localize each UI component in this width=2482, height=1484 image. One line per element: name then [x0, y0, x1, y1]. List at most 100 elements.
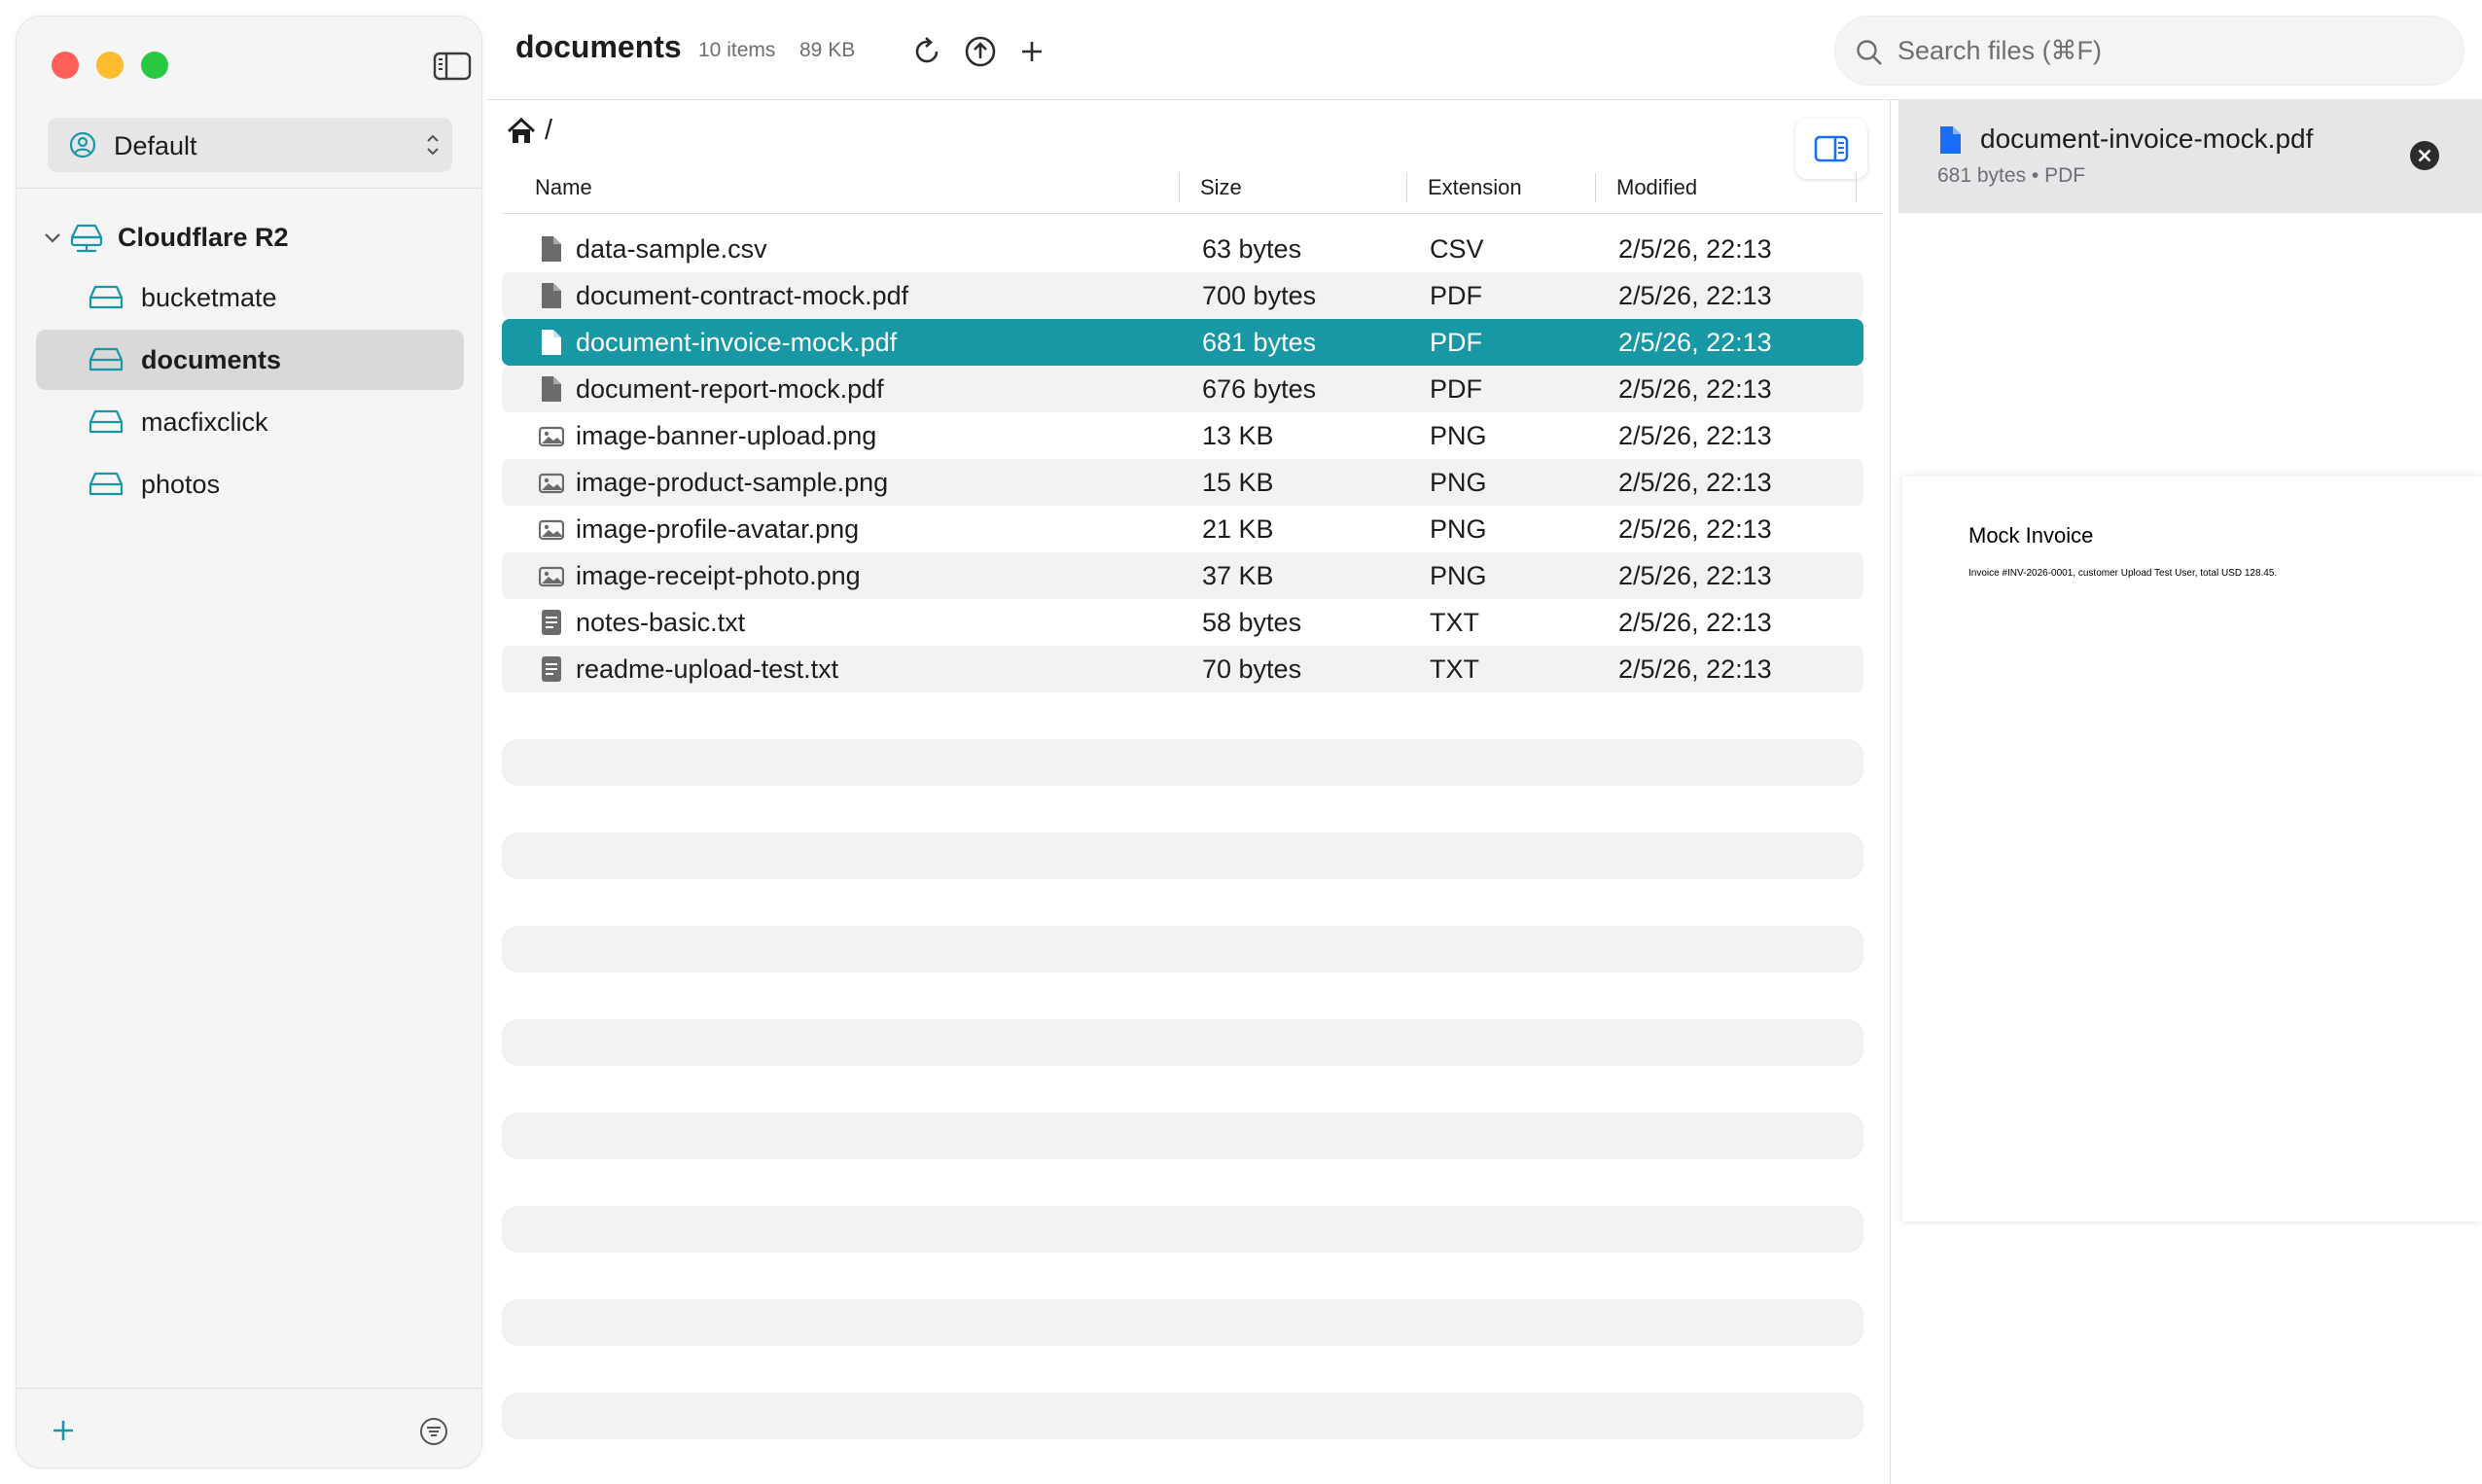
- image-icon: [538, 422, 565, 449]
- file-size-cell: 700 bytes: [1202, 281, 1317, 310]
- table-row[interactable]: image-profile-avatar.png 21 KB PNG 2/5/26, …: [502, 506, 1863, 552]
- table-row[interactable]: document-contract-mock.pdf 700 bytes PDF 2/…: [502, 272, 1863, 319]
- sidebar-item-bucketmate[interactable]: bucketmate: [36, 267, 464, 328]
- pdf-file-icon: [1937, 125, 1963, 155]
- add-connection-button[interactable]: [48, 1415, 79, 1446]
- sidebar-item-label: documents: [141, 344, 282, 374]
- refresh-icon[interactable]: [908, 33, 945, 70]
- file-extension-cell: TXT: [1430, 654, 1479, 684]
- file-size-cell: 681 bytes: [1202, 328, 1317, 357]
- file-size-cell: 58 bytes: [1202, 608, 1302, 637]
- image-icon: [538, 562, 565, 589]
- file-name-cell: document-invoice-mock.pdf: [576, 328, 898, 357]
- search-field[interactable]: Search files (⌘F): [1834, 16, 2464, 86]
- total-size: 89 KB: [799, 39, 856, 61]
- empty-row: [502, 926, 1863, 972]
- page-title: documents: [515, 29, 682, 64]
- sidebar-item-macfixclick[interactable]: macfixclick: [36, 392, 464, 452]
- breadcrumb-root[interactable]: /: [545, 115, 552, 147]
- provider-label: Cloudflare R2: [118, 222, 289, 252]
- file-modified-cell: 2/5/26, 22:13: [1618, 328, 1772, 357]
- chevron-up-down-icon: [421, 118, 444, 172]
- column-header-extension[interactable]: Extension: [1428, 175, 1522, 200]
- column-header-name[interactable]: Name: [535, 175, 592, 200]
- column-separator[interactable]: [1179, 173, 1180, 202]
- file-name-cell: image-banner-upload.png: [576, 421, 877, 450]
- file-extension-cell: TXT: [1430, 608, 1479, 637]
- sidebar-item-documents[interactable]: documents: [36, 330, 464, 390]
- file-name-cell: image-receipt-photo.png: [576, 561, 861, 590]
- drive-icon: [89, 409, 124, 435]
- table-row[interactable]: notes-basic.txt 58 bytes TXT 2/5/26, 22:13: [502, 599, 1863, 646]
- column-separator[interactable]: [1595, 173, 1596, 202]
- file-size-cell: 63 bytes: [1202, 234, 1302, 264]
- search-placeholder: Search files (⌘F): [1897, 36, 2103, 65]
- image-icon: [538, 515, 565, 543]
- column-separator[interactable]: [1406, 173, 1407, 202]
- file-name-cell: image-product-sample.png: [576, 468, 889, 497]
- home-icon[interactable]: [506, 117, 537, 146]
- profile-select-label: Default: [114, 131, 197, 160]
- pdf-preview-page[interactable]: Mock Invoice Invoice #INV-2026-0001, cus…: [1902, 477, 2482, 1221]
- file-size-cell: 13 KB: [1202, 421, 1274, 450]
- zoom-window-button[interactable]: [141, 52, 168, 79]
- file-extension-cell: PDF: [1430, 374, 1482, 404]
- column-header-modified[interactable]: Modified: [1616, 175, 1697, 200]
- file-modified-cell: 2/5/26, 22:13: [1618, 514, 1772, 544]
- search-icon: [1855, 38, 1884, 67]
- column-separator[interactable]: [1856, 173, 1857, 202]
- table-row[interactable]: document-report-mock.pdf 676 bytes PDF 2/5/…: [502, 366, 1863, 412]
- cloud-server-icon: [69, 222, 104, 253]
- header-divider: [502, 213, 1883, 214]
- file-size-cell: 676 bytes: [1202, 374, 1317, 404]
- empty-row: [502, 739, 1863, 786]
- file-modified-cell: 2/5/26, 22:13: [1618, 421, 1772, 450]
- add-icon[interactable]: [1013, 33, 1050, 70]
- minimize-window-button[interactable]: [96, 52, 124, 79]
- empty-row: [502, 1393, 1863, 1439]
- file-name-cell: readme-upload-test.txt: [576, 654, 839, 684]
- file-modified-cell: 2/5/26, 22:13: [1618, 281, 1772, 310]
- file-modified-cell: 2/5/26, 22:13: [1618, 654, 1772, 684]
- empty-row: [502, 1299, 1863, 1346]
- column-header-size[interactable]: Size: [1200, 175, 1242, 200]
- filter-icon[interactable]: [417, 1415, 450, 1448]
- table-row[interactable]: image-product-sample.png 15 KB PNG 2/5/26, …: [502, 459, 1863, 506]
- sidebar-item-label: bucketmate: [141, 282, 277, 312]
- drive-icon: [89, 472, 124, 497]
- close-preview-icon[interactable]: [2408, 139, 2441, 172]
- file-size-cell: 21 KB: [1202, 514, 1274, 544]
- sidebar-divider: [17, 188, 481, 189]
- profile-select[interactable]: Default: [48, 118, 452, 172]
- chevron-down-icon[interactable]: [42, 227, 63, 248]
- table-row[interactable]: document-invoice-mock.pdf 681 bytes PDF 2/5…: [502, 319, 1863, 366]
- preview-panel-toggle-button[interactable]: [1795, 119, 1867, 179]
- file-name-cell: notes-basic.txt: [576, 608, 746, 637]
- close-window-button[interactable]: [52, 52, 79, 79]
- text-file-icon: [539, 609, 564, 636]
- file-name-cell: document-report-mock.pdf: [576, 374, 884, 404]
- preview-pane-divider[interactable]: [1890, 100, 1891, 1484]
- item-count: 10 items: [698, 39, 776, 61]
- file-icon: [539, 329, 564, 356]
- image-icon: [538, 469, 565, 496]
- empty-row: [502, 832, 1863, 879]
- table-row[interactable]: readme-upload-test.txt 70 bytes TXT 2/5/26,…: [502, 646, 1863, 692]
- provider-group-cloudflare[interactable]: Cloudflare R2: [38, 215, 466, 260]
- table-row[interactable]: image-receipt-photo.png 37 KB PNG 2/5/26, 2…: [502, 552, 1863, 599]
- table-row[interactable]: data-sample.csv 63 bytes CSV 2/5/26, 22:13: [502, 226, 1863, 272]
- file-size-cell: 15 KB: [1202, 468, 1274, 497]
- sidebar-toggle-icon[interactable]: [433, 52, 472, 81]
- file-modified-cell: 2/5/26, 22:13: [1618, 374, 1772, 404]
- preview-file-meta: 681 bytes • PDF: [1937, 164, 2086, 187]
- file-extension-cell: PNG: [1430, 421, 1487, 450]
- file-name-cell: data-sample.csv: [576, 234, 767, 264]
- file-icon: [539, 282, 564, 309]
- file-extension-cell: PDF: [1430, 328, 1482, 357]
- preview-file-name: document-invoice-mock.pdf: [1980, 124, 2314, 154]
- sidebar-right-icon: [1814, 135, 1849, 162]
- upload-icon[interactable]: [962, 33, 999, 70]
- sidebar-item-photos[interactable]: photos: [36, 454, 464, 514]
- table-row[interactable]: image-banner-upload.png 13 KB PNG 2/5/26, 2…: [502, 412, 1863, 459]
- file-modified-cell: 2/5/26, 22:13: [1618, 468, 1772, 497]
